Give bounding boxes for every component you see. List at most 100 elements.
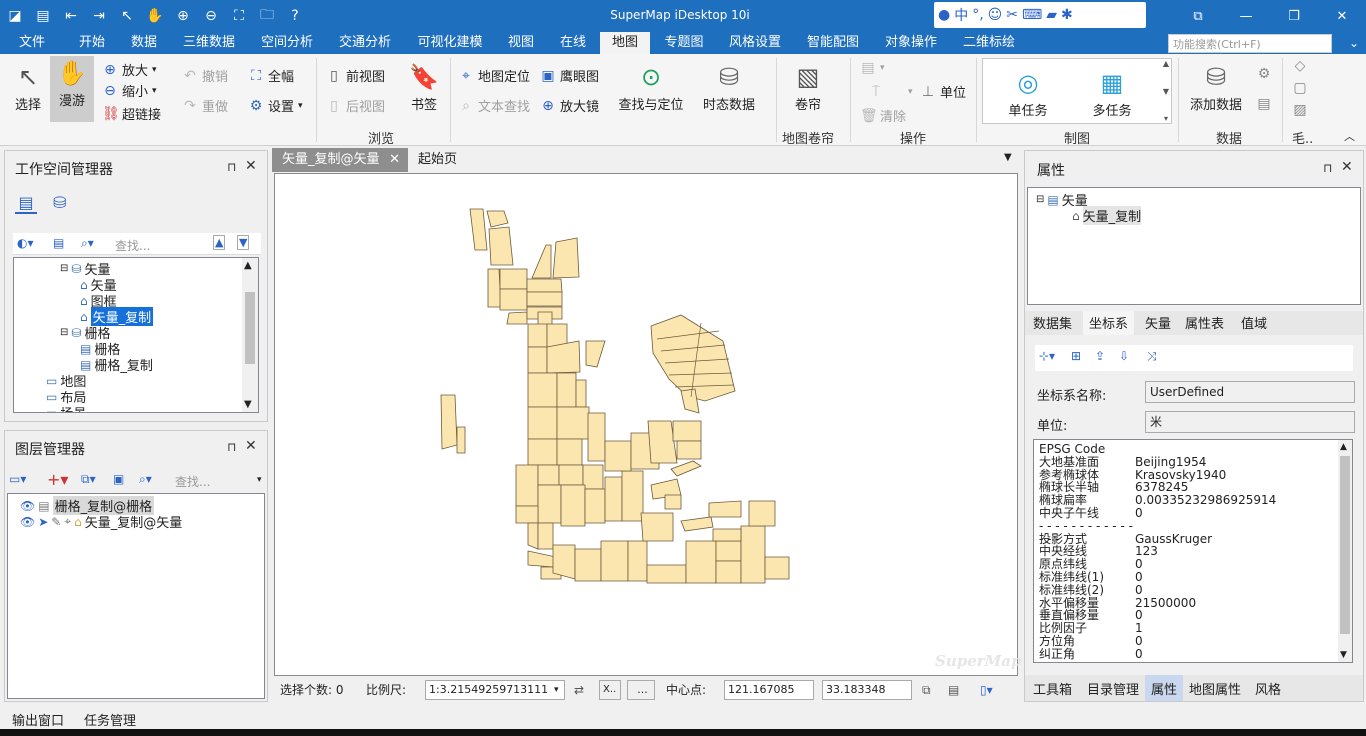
more-button[interactable]: ...: [627, 680, 655, 700]
ime-lang-label[interactable]: 中: [954, 5, 968, 25]
map-region-feature[interactable]: [527, 323, 548, 348]
map-region-feature[interactable]: [664, 494, 682, 510]
map-region-feature[interactable]: [556, 406, 590, 440]
ime-keyboard-icon[interactable]: ⌨: [1022, 7, 1042, 23]
map-region-feature[interactable]: [469, 208, 488, 251]
zoom-out-icon[interactable]: ⊖: [200, 5, 222, 27]
map-region-feature[interactable]: [527, 372, 558, 408]
edit-button[interactable]: ▤ ▾: [860, 60, 884, 76]
workspace-tab-icon[interactable]: ▤: [15, 193, 37, 214]
coord-axis-icon[interactable]: ⊹▾: [1039, 349, 1055, 363]
swipe-button[interactable]: ▧ 卷帘: [786, 60, 830, 113]
map-region-feature[interactable]: [584, 488, 606, 524]
tab-map-vector-copy[interactable]: 矢量_复制@矢量 ✕: [272, 148, 408, 172]
map-region-feature[interactable]: [546, 340, 581, 374]
help-icon[interactable]: ?: [284, 5, 306, 27]
tab-3d-data[interactable]: 三维数据: [176, 32, 242, 54]
maximize-icon[interactable]: ❐: [1270, 0, 1318, 32]
tab-vector[interactable]: 矢量: [1145, 313, 1171, 332]
zoom-in-button[interactable]: ⊕ 放大 ▾: [102, 60, 156, 80]
gallery-scroll[interactable]: ▲ ▼ ▾: [1160, 59, 1172, 123]
tab-style[interactable]: 风格设置: [722, 32, 788, 54]
arrow-up-icon[interactable]: ▲: [213, 235, 226, 250]
collapse-icon[interactable]: ⊟: [1036, 194, 1044, 205]
prop-tree-child[interactable]: ⌂ 矢量_复制: [1072, 206, 1142, 225]
map-region-feature[interactable]: [526, 278, 563, 293]
map-region-feature[interactable]: [685, 540, 717, 584]
tab-view[interactable]: 视图: [500, 32, 542, 54]
open-folder-icon[interactable]: 🗀: [256, 5, 278, 27]
arrow-down-icon[interactable]: ▼: [237, 235, 250, 250]
map-region-feature[interactable]: [650, 314, 736, 402]
tab-coordinate-system[interactable]: 坐标系: [1083, 311, 1135, 335]
magnifier-button[interactable]: ⊕ 放大镜: [540, 96, 599, 116]
center-y-input[interactable]: 33.183348: [822, 680, 912, 700]
hand-icon[interactable]: ✋: [144, 5, 166, 27]
map-region-feature[interactable]: [715, 540, 742, 562]
map-region-feature[interactable]: [440, 394, 458, 450]
tab-visual-modeling[interactable]: 可视化建模: [410, 32, 490, 54]
export-icon[interactable]: ⇪: [1095, 349, 1105, 363]
map-region-feature[interactable]: [552, 544, 576, 580]
tab-value-domain[interactable]: 值域: [1241, 313, 1267, 332]
eagle-eye-button[interactable]: ▣ 鹰眼图: [540, 66, 599, 86]
tab-map-properties[interactable]: 地图属性: [1189, 679, 1241, 698]
data-tool-1[interactable]: ⚙: [1256, 66, 1272, 82]
map-region-feature[interactable]: [582, 464, 604, 490]
map-canvas[interactable]: SuperMap: [274, 173, 1021, 676]
prev-view-button[interactable]: ▯ 前视图: [326, 66, 385, 86]
map-locate-button[interactable]: ⌖ 地图定位: [458, 66, 530, 86]
unit-button[interactable]: ⊥ 单位: [920, 82, 966, 102]
collapse-icon[interactable]: ⊟: [60, 263, 68, 274]
close-tab-icon[interactable]: ✕: [389, 148, 400, 172]
add-data-button[interactable]: ⛁ 添加数据: [1186, 60, 1246, 113]
map-region-feature[interactable]: [676, 440, 702, 460]
copy-layer-icon[interactable]: ⧉▾: [81, 472, 96, 487]
fit-icon[interactable]: ⛶: [228, 5, 250, 27]
map-region-feature[interactable]: [552, 237, 580, 279]
tab-object-ops[interactable]: 对象操作: [878, 32, 944, 54]
workspace-tree-item[interactable]: ▭场景: [46, 403, 86, 413]
tab-traffic-analysis[interactable]: 交通分析: [332, 32, 398, 54]
copy-icon[interactable]: ⧉: [922, 681, 931, 699]
full-extent-button[interactable]: ⛶ 全幅: [248, 66, 294, 86]
map-region-feature[interactable]: [527, 438, 558, 466]
map-region-feature[interactable]: [537, 484, 562, 524]
tab-toolbox[interactable]: 工具箱: [1033, 679, 1072, 698]
shuffle-icon[interactable]: ⤨: [1147, 349, 1157, 364]
single-task-button[interactable]: ◎ 单任务: [1000, 66, 1056, 119]
snap-icon[interactable]: ⌖: [64, 514, 71, 529]
save-icon[interactable]: ▤: [32, 5, 54, 27]
map-region-feature[interactable]: [527, 550, 557, 568]
temporal-data-button[interactable]: ⛁ 时态数据: [700, 60, 758, 113]
center-x-input[interactable]: 121.167085: [724, 680, 814, 700]
tab-online[interactable]: 在线: [552, 32, 594, 54]
map-region-feature[interactable]: [537, 311, 553, 326]
map-region-feature[interactable]: [558, 464, 584, 486]
selectable-icon[interactable]: ➤: [38, 515, 48, 529]
map-region-feature[interactable]: [600, 540, 629, 582]
layer-search-input[interactable]: 查找...: [175, 473, 210, 490]
map-region-feature[interactable]: [646, 564, 687, 584]
map-region-feature[interactable]: [506, 311, 528, 325]
map-region-feature[interactable]: [527, 346, 548, 374]
toolbar-overflow-icon[interactable]: ▾: [257, 475, 262, 485]
map-region-feature[interactable]: [712, 528, 742, 542]
map-region-feature[interactable]: [531, 244, 552, 279]
map-region-feature[interactable]: [621, 470, 644, 522]
map-region-feature[interactable]: [708, 500, 742, 518]
tab-data[interactable]: 数据: [120, 32, 168, 54]
collapse-menu-icon[interactable]: ⌄: [1344, 32, 1364, 54]
map-region-feature[interactable]: [627, 540, 648, 582]
ime-toolbar[interactable]: ● 中 °, ☺ ✂ ⌨ ▰ ✱: [934, 2, 1146, 28]
map-region-feature[interactable]: [574, 548, 602, 582]
map-region-feature[interactable]: [604, 440, 632, 472]
scale-dropdown-icon[interactable]: ▾: [554, 681, 559, 699]
tab-dataset[interactable]: 数据集: [1033, 313, 1072, 332]
pin-icon[interactable]: ⊓: [227, 440, 236, 454]
ime-scissors-icon[interactable]: ✂: [1006, 7, 1018, 23]
more-tool-1[interactable]: ◇: [1292, 58, 1308, 74]
map-region-feature[interactable]: [556, 438, 583, 466]
map-region-feature[interactable]: [764, 556, 790, 580]
restore-down-icon[interactable]: ⧉: [1174, 0, 1222, 32]
